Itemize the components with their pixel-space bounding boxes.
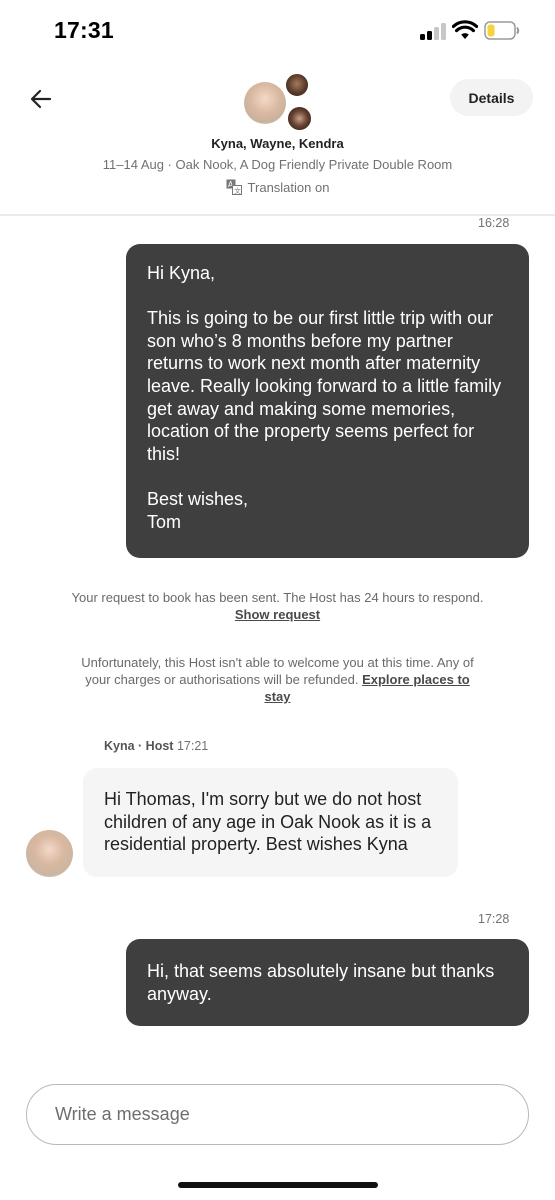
avatar-wayne [285, 73, 309, 97]
avatar-kyna [244, 82, 286, 124]
outgoing-message-bubble[interactable]: Hi Kyna, This is going to be our first l… [126, 244, 529, 558]
incoming-message-bubble[interactable]: Hi Thomas, I'm sorry but we do not host … [83, 768, 458, 877]
avatar-kendra [287, 106, 312, 131]
message-input-placeholder: Write a message [55, 1104, 190, 1124]
booking-request-notice: Your request to book has been sent. The … [70, 589, 485, 623]
conversation-header: Details Kyna, Wayne, Kendra 11–14 Aug · … [0, 64, 555, 216]
home-indicator[interactable] [178, 1182, 378, 1188]
status-bar: 17:31 [0, 0, 555, 64]
battery-low-icon [484, 21, 520, 40]
participants-avatars[interactable] [244, 72, 314, 132]
booking-declined-notice: Unfortunately, this Host isn't able to w… [80, 654, 475, 705]
outgoing-message-bubble[interactable]: Hi, that seems absolutely insane but tha… [126, 939, 529, 1026]
details-button[interactable]: Details [450, 79, 533, 116]
translation-toggle[interactable]: A 文 Translation on [0, 179, 555, 195]
message-timestamp: 17:28 [478, 912, 510, 926]
translation-label: Translation on [247, 179, 330, 195]
trip-info: 11–14 Aug · Oak Nook, A Dog Friendly Pri… [102, 157, 453, 172]
participants-names: Kyna, Wayne, Kendra [211, 136, 344, 151]
wifi-icon [452, 20, 478, 39]
translate-icon: A 文 [226, 179, 242, 195]
svg-text:文: 文 [234, 186, 241, 195]
sender-time: 17:21 [176, 739, 209, 753]
sender-name: Kyna · Host [104, 739, 174, 753]
show-request-link[interactable]: Show request [235, 607, 320, 622]
message-input[interactable]: Write a message [26, 1084, 529, 1145]
host-avatar[interactable] [26, 830, 73, 877]
cellular-signal-icon [420, 23, 448, 40]
status-time: 17:31 [54, 17, 114, 43]
message-timestamp: 16:28 [478, 216, 510, 230]
arrow-left-icon [30, 89, 52, 109]
message-sender-info: Kyna · Host 17:21 [104, 739, 208, 753]
booking-request-text: Your request to book has been sent. The … [71, 590, 484, 605]
back-button[interactable] [24, 82, 58, 116]
